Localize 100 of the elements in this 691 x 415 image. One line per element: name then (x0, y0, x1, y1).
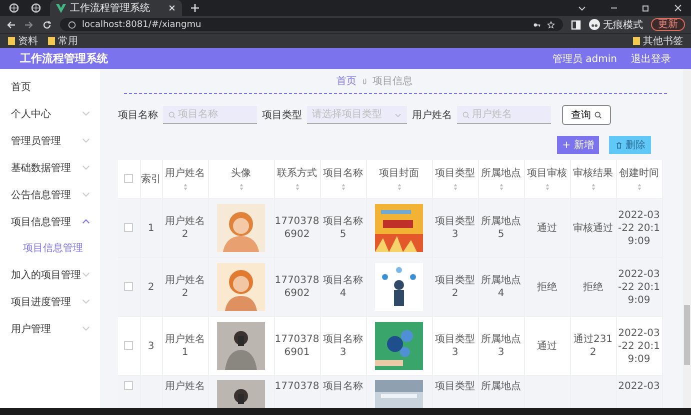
sidebar-item[interactable]: 基础数据管理 (0, 154, 100, 181)
table-cell-text: 2022-03-22 20:19:09 (617, 326, 661, 366)
info-icon (68, 20, 76, 28)
table-cell: 项目类型 (435, 380, 475, 393)
column-header[interactable]: 联系方式 (277, 167, 317, 180)
sort-icon[interactable] (498, 183, 504, 191)
table-cell: 拒绝 (583, 280, 603, 294)
table-cell: 拒绝 (537, 280, 557, 294)
close-icon[interactable] (168, 4, 176, 12)
table-cell: 所属地点 (481, 380, 521, 393)
table-cell-text: 通过2312 (572, 333, 614, 359)
table-cell-text: 2022-03-22 20:19:09 (617, 208, 661, 248)
sort-icon[interactable] (590, 183, 596, 191)
table-cell: 用户姓名 (165, 380, 205, 393)
forward-icon[interactable] (24, 20, 34, 30)
sort-icon[interactable] (340, 183, 346, 191)
field-label: 用户姓名 (412, 108, 452, 122)
sidebar-item[interactable]: 项目信息管理 (0, 208, 100, 235)
column-header[interactable]: 头像 (231, 167, 251, 180)
sidebar-item[interactable]: 用户管理 (0, 315, 100, 342)
sidebar-item[interactable]: 管理员管理 (0, 127, 100, 154)
sort-icon[interactable] (636, 183, 642, 191)
sidebar-subitem[interactable]: 项目信息管理 (0, 235, 100, 261)
user-label: 管理员 admin (552, 52, 617, 66)
table-cell: 17703786902 (274, 274, 320, 300)
column-header[interactable]: 审核结果 (573, 167, 613, 180)
table-cell-text: 项目名称5 (322, 215, 364, 241)
add-button[interactable]: + 新增 (557, 136, 599, 154)
incognito-profile[interactable]: 无痕模式 (589, 18, 643, 32)
field-label: 项目名称 (118, 109, 158, 122)
column-header[interactable]: 所属地点 (481, 167, 521, 180)
bookmark-folder[interactable]: 其他书签 (633, 34, 683, 48)
breadcrumb-link[interactable]: 首页 (336, 74, 356, 88)
trash-icon (614, 141, 622, 149)
column-header[interactable]: 创建时间 (619, 167, 659, 180)
sidebar-item[interactable]: 加入的项目管理 (0, 261, 100, 288)
sort-icon[interactable] (294, 183, 300, 191)
table-cell: 通过 (537, 340, 557, 352)
type-select[interactable]: 请选择项目类型 (307, 106, 407, 124)
search-field[interactable]: 项目名称 (163, 106, 257, 124)
browser-tab[interactable]: 工作流程管理系统 (50, 0, 182, 16)
row-checkbox[interactable] (124, 341, 134, 350)
column-header[interactable]: 项目名称 (323, 167, 363, 180)
field-label: 项目类型 (262, 108, 302, 122)
scrollbar[interactable] (683, 69, 691, 408)
paperclip-icon (360, 77, 368, 85)
sort-icon[interactable] (544, 183, 550, 191)
back-icon[interactable] (6, 20, 16, 30)
table-cell-text: 2022-03-22 20:19:09 (617, 268, 661, 306)
address-bar[interactable]: localhost:8081/#/xiangmu (60, 18, 563, 31)
sidebar-item[interactable]: 个人中心 (0, 100, 100, 127)
sidebar-item[interactable]: 首页 (0, 73, 100, 100)
restore-icon[interactable] (641, 3, 651, 13)
table-cell: 3 (148, 340, 154, 352)
sort-icon[interactable] (396, 183, 402, 191)
incognito-icon (589, 19, 600, 30)
url-text: localhost:8081/#/xiangmu (82, 20, 202, 30)
query-button[interactable]: 查询 (562, 105, 611, 125)
bookmark-folder[interactable]: 常用 (48, 34, 78, 48)
table-cell: 2 (148, 280, 154, 294)
app-title: 工作流程管理系统 (20, 51, 108, 66)
table-cell: 1 (148, 222, 154, 234)
close-icon[interactable] (673, 3, 683, 13)
sidebar-icon[interactable] (571, 20, 581, 30)
select-all-checkbox[interactable] (124, 174, 134, 184)
table-cell-text: 项目名称4 (322, 274, 364, 300)
row-checkbox[interactable] (124, 380, 134, 390)
search-field[interactable]: 用户姓名 (457, 106, 551, 124)
table-cell-text: 所属地点3 (480, 333, 522, 359)
logout-link[interactable]: 退出登录 (631, 52, 671, 66)
new-tab-icon[interactable] (190, 3, 200, 13)
table-cell-text: 所属地点5 (480, 215, 522, 241)
table-cell: 2022-03 (618, 380, 660, 393)
column-header[interactable]: 项目封面 (379, 167, 419, 180)
table-cell-text: 项目名称3 (322, 333, 364, 359)
v-logo-icon (56, 3, 66, 13)
star-icon[interactable] (547, 20, 555, 28)
search-icon (168, 111, 176, 119)
row-checkbox[interactable] (124, 282, 134, 292)
table-cell: 1770378 (274, 380, 320, 393)
table-cell-text: 用户姓名1 (164, 333, 206, 359)
reload-icon[interactable] (42, 20, 52, 30)
sidebar-item[interactable]: 项目进度管理 (0, 288, 100, 315)
column-header[interactable]: 索引 (141, 172, 161, 186)
table-cell-text: 项目类型2 (434, 274, 476, 300)
sidebar-item[interactable]: 公告信息管理 (0, 181, 100, 208)
column-header[interactable]: 项目审核 (527, 167, 567, 180)
table-cell: 项目名称 (323, 380, 363, 393)
update-button[interactable]: 更新 (651, 18, 685, 31)
sort-icon[interactable] (238, 183, 244, 191)
column-header[interactable]: 用户姓名 (165, 167, 205, 180)
sort-icon[interactable] (452, 183, 458, 191)
bookmark-folder[interactable]: 资料 (8, 34, 38, 48)
column-header[interactable]: 项目类型 (435, 167, 475, 180)
table-cell-text: 用户姓名2 (164, 274, 206, 300)
sort-icon[interactable] (182, 183, 188, 191)
search-icon (462, 111, 470, 119)
table-cell-text: 项目类型3 (434, 215, 476, 241)
row-checkbox[interactable] (124, 223, 134, 232)
key-icon[interactable] (533, 20, 541, 28)
